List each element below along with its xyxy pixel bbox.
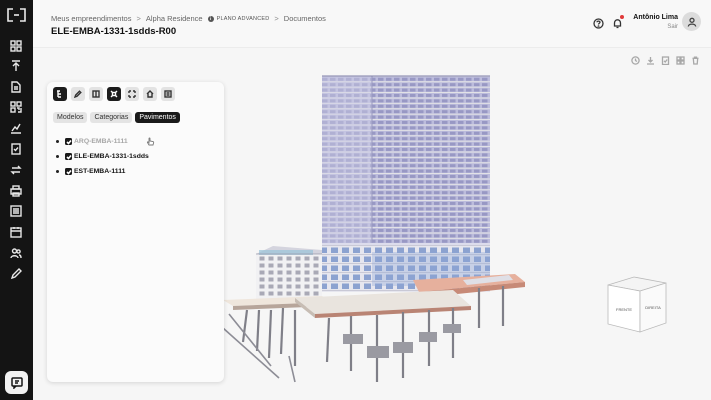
viewer-toolbar [631,52,700,66]
plan-badge: i PLANO ADVANCED [207,15,270,22]
check-icon [65,169,72,175]
viewcube-face-front[interactable]: FRENTE [616,307,632,312]
pencil-icon[interactable] [9,267,23,281]
tree-item[interactable]: ARQ-EMBA-1111 [56,134,149,149]
checkbox[interactable] [65,138,72,145]
tree-item-label: ELE-EMBA-1331-1sdds [74,153,149,160]
breadcrumb-item-project[interactable]: Alpha Residence [146,14,203,23]
user-icon [687,17,696,27]
breadcrumb-separator: > [136,14,141,23]
users-icon[interactable] [9,246,23,260]
home-icon [146,90,154,98]
bullet-icon [56,170,59,173]
model-tree-panel: Modelos Categorias Pavimentos ARQ-EMBA-1… [47,82,224,382]
tree-item-label: EST-EMBA-1111 [74,168,126,175]
app-logo-icon[interactable] [6,8,27,22]
document-icon[interactable] [9,80,23,94]
panel-tabs: Modelos Categorias Pavimentos [53,112,180,123]
chat-support-icon[interactable] [5,371,28,394]
section-icon [128,90,136,98]
tab-pavimentos[interactable]: Pavimentos [135,112,180,123]
help-icon[interactable] [593,16,604,29]
breadcrumb: Meus empreendimentos > Alpha Residence i… [51,14,326,23]
dashboard-icon[interactable] [9,39,23,53]
sync-icon[interactable] [9,163,23,177]
tree-view-button[interactable] [53,87,67,101]
explode-button[interactable] [107,87,121,101]
tab-modelos[interactable]: Modelos [53,112,88,123]
checklist-icon[interactable] [9,142,23,156]
notification-dot [620,15,624,19]
list-icon[interactable] [9,204,23,218]
checkbox[interactable] [65,153,72,160]
tree-icon [57,90,61,98]
download-icon[interactable] [646,52,655,65]
breadcrumb-item-empreendimentos[interactable]: Meus empreendimentos [51,14,131,23]
app-window: Meus empreendimentos > Alpha Residence i… [0,0,711,400]
tab-categorias[interactable]: Categorias [90,112,133,123]
check-icon [65,154,72,160]
plan-badge-label: PLANO ADVANCED [216,15,270,22]
explode-icon [110,90,118,98]
page-title: ELE-EMBA-1331-1sdds-R00 [51,26,177,37]
tree-item[interactable]: EST-EMBA-1111 [56,164,149,179]
chart-icon[interactable] [9,121,23,135]
avatar[interactable] [682,12,701,31]
qr-code-icon[interactable] [9,100,23,114]
home-view-button[interactable] [143,87,157,101]
list-icon [164,90,172,98]
printer-icon[interactable] [9,184,23,198]
notification-bell-icon[interactable] [612,15,624,29]
trash-icon[interactable] [691,52,700,65]
clipboard-check-icon[interactable] [661,52,670,66]
user-name: Antônio Lima [633,14,678,21]
bullet-icon [56,155,59,158]
model-tree: ARQ-EMBA-1111 ELE-EMBA-1331-1sdds EST-EM… [56,134,149,179]
bullet-icon [56,140,59,143]
view-cube[interactable]: FRENTE DIREITA [606,275,668,333]
left-navigation-rail [0,0,33,400]
pencil-icon [74,90,82,98]
logout-link[interactable]: Sair [633,24,678,30]
tree-item-label: ARQ-EMBA-1111 [74,138,128,145]
breadcrumb-separator: > [274,14,279,23]
user-info: Antônio Lima Sair [633,14,678,30]
grid-view-icon[interactable] [676,52,685,65]
tree-item[interactable]: ELE-EMBA-1331-1sdds [56,149,149,164]
upload-icon[interactable] [9,59,23,73]
hand-cursor-icon [146,133,155,146]
split-icon [92,90,100,98]
viewcube-face-side[interactable]: DIREITA [645,305,661,310]
breadcrumb-item-documents[interactable]: Documentos [284,14,326,23]
header-actions [593,15,624,29]
properties-button[interactable] [161,87,175,101]
markup-button[interactable] [71,87,85,101]
info-icon: i [207,15,214,22]
panel-toolbar [53,87,175,101]
calendar-icon[interactable] [9,225,23,239]
page-header: Meus empreendimentos > Alpha Residence i… [33,0,711,48]
section-box-button[interactable] [125,87,139,101]
check-icon [65,139,72,145]
split-view-button[interactable] [89,87,103,101]
checkbox[interactable] [65,168,72,175]
history-icon[interactable] [631,52,640,65]
